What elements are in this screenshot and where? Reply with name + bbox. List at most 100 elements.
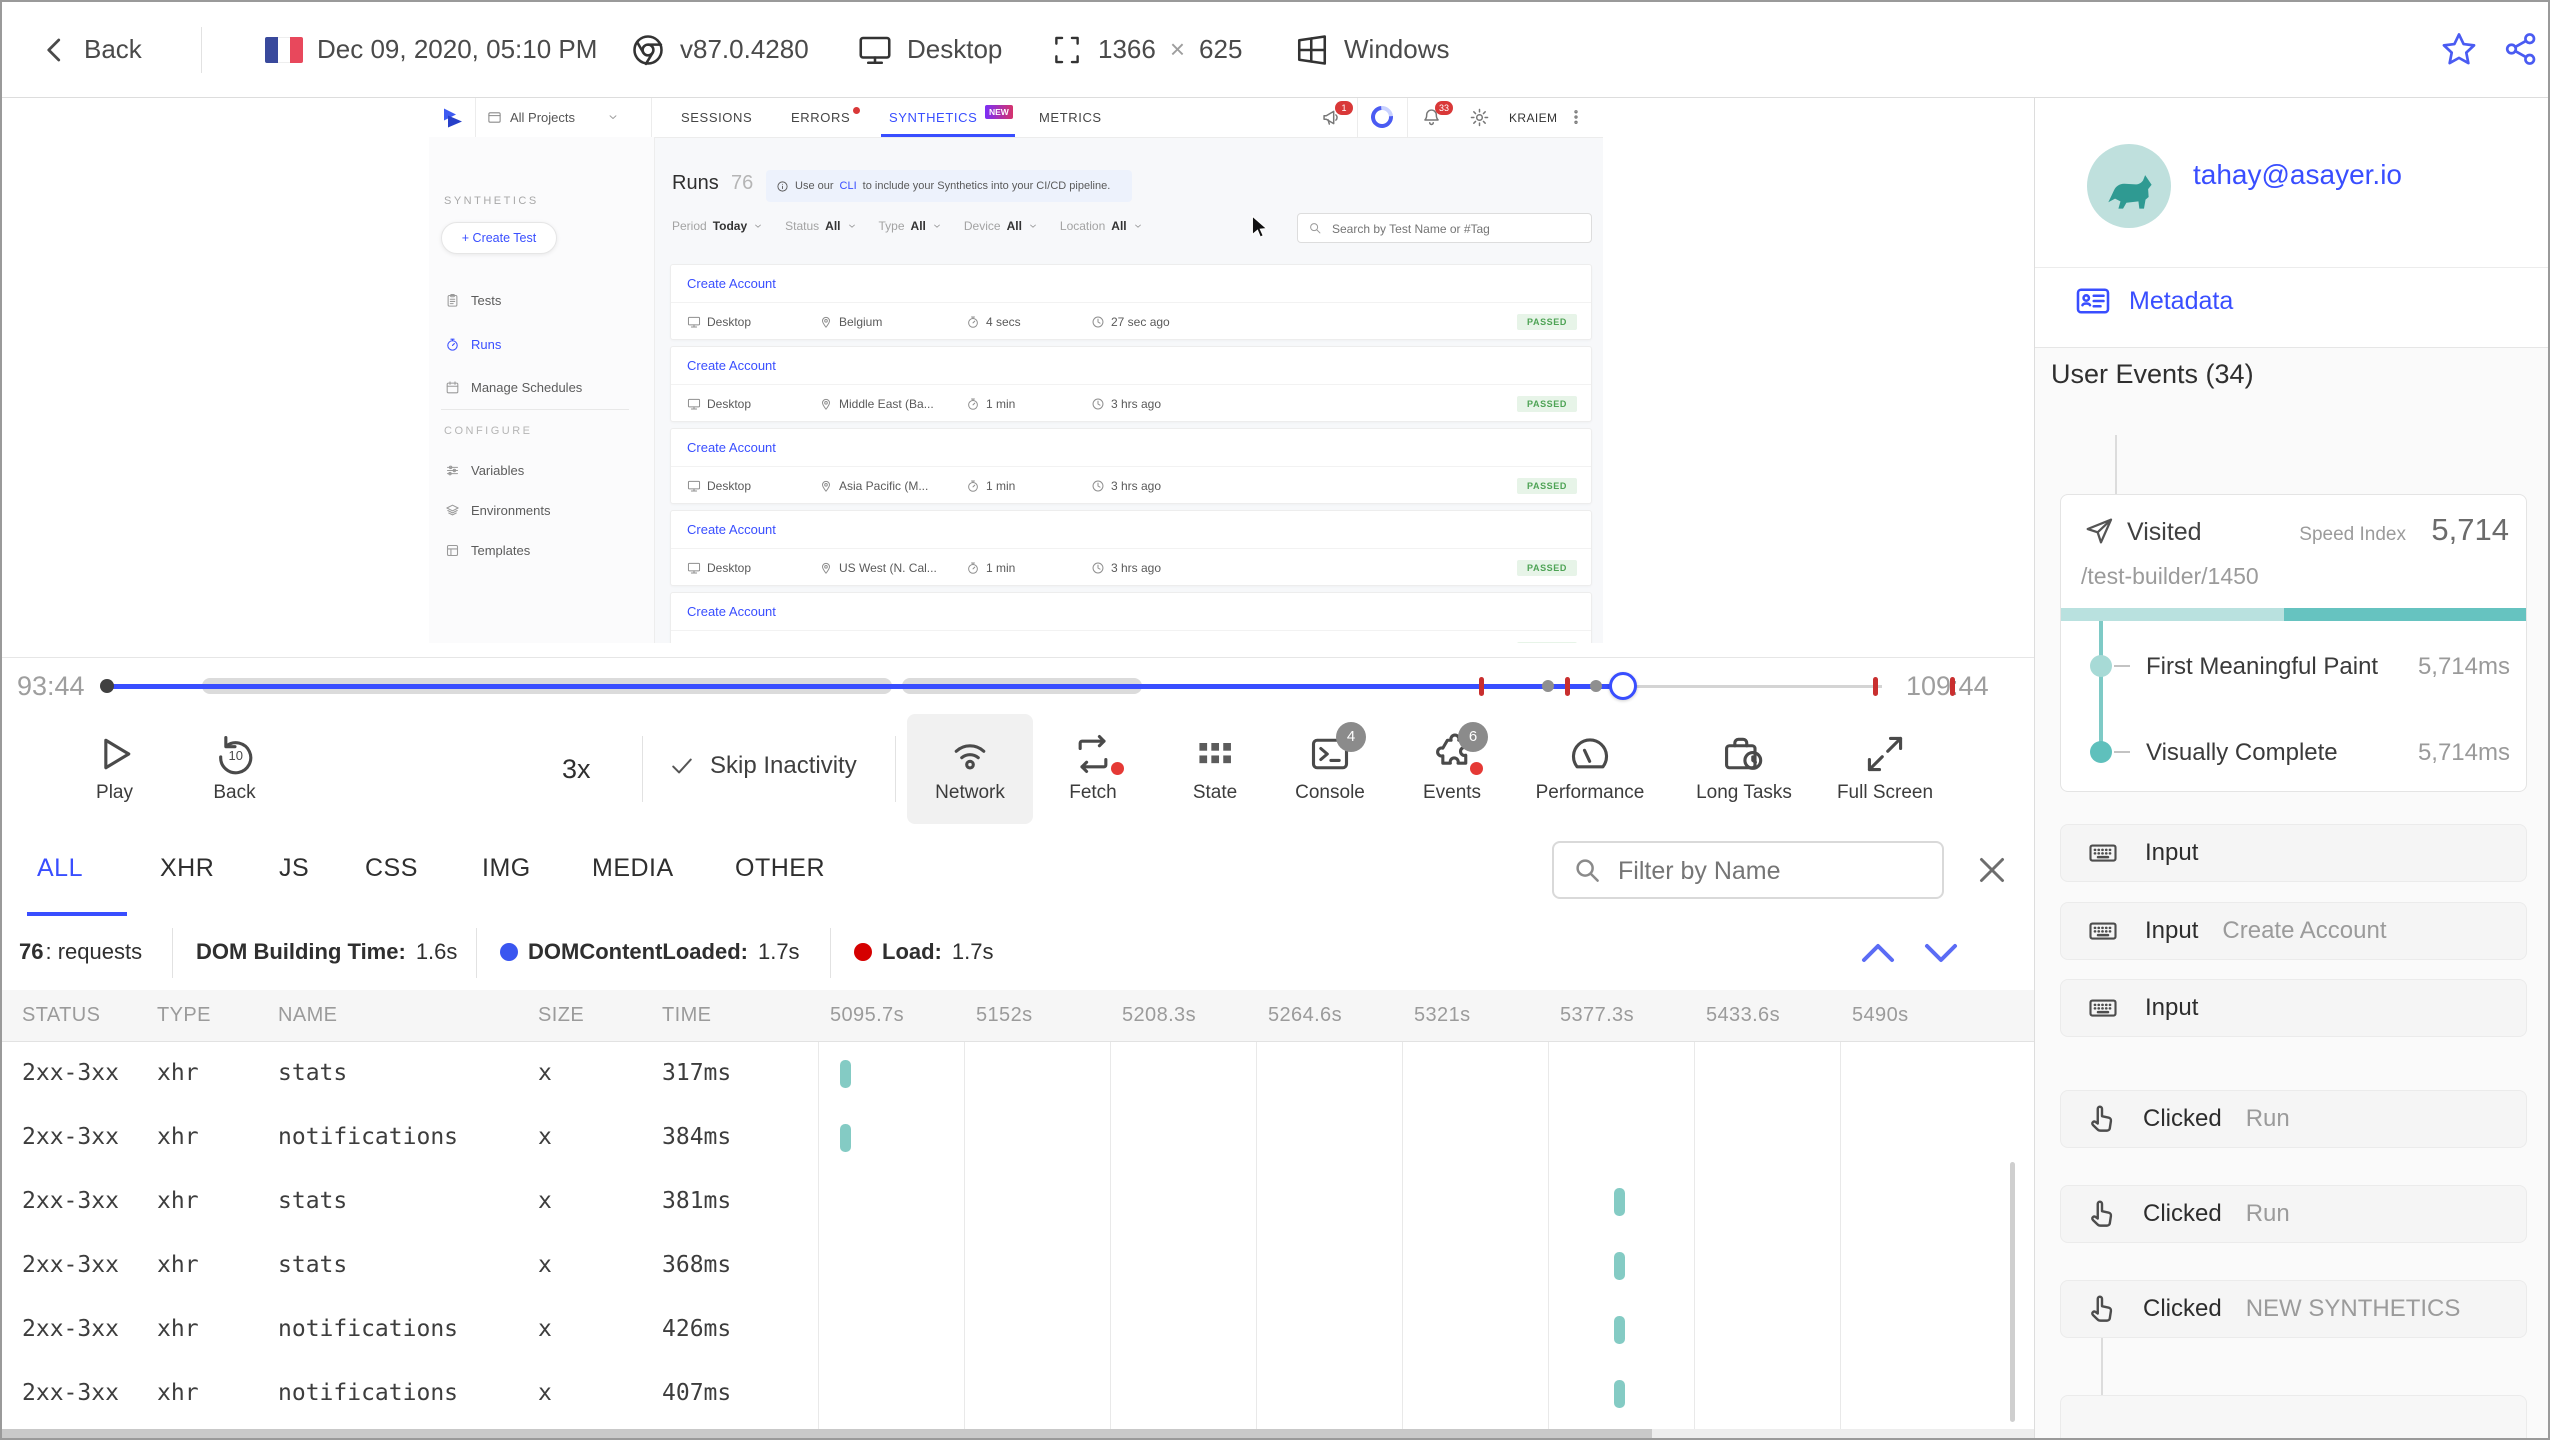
- run-card[interactable]: Create Account Desktop Belgium 4 secs 27…: [670, 264, 1592, 340]
- announcements-badge: 1: [1335, 101, 1353, 115]
- next-event-card-partial[interactable]: [2060, 1395, 2527, 1438]
- test-search-box[interactable]: [1297, 213, 1592, 243]
- filter-status[interactable]: Status All: [785, 219, 856, 233]
- player-controls: Play 10 Back 3x Skip Inactivity Network …: [2, 714, 2034, 825]
- tab-js[interactable]: JS: [279, 854, 309, 883]
- app-user-name[interactable]: KRAIEM: [1509, 111, 1557, 125]
- user-email[interactable]: tahay@asayer.io: [2193, 159, 2402, 191]
- clicked-event-card[interactable]: Clicked Run: [2060, 1090, 2527, 1148]
- browser-version: v87.0.4280: [630, 2, 809, 97]
- app-sidebar-item-schedules[interactable]: Manage Schedules: [445, 374, 582, 400]
- visited-event-card[interactable]: Visited Speed Index 5,714 /test-builder/…: [2060, 494, 2527, 792]
- request-timing-tick: [840, 1060, 851, 1088]
- performance-panel-button[interactable]: Performance: [1510, 714, 1670, 824]
- run-name-link[interactable]: Create Account: [671, 593, 1591, 631]
- events-panel-button[interactable]: 6 Events: [1392, 714, 1512, 824]
- scrollbar-thumb[interactable]: [2, 1429, 1652, 1438]
- run-card[interactable]: Create Account Desktop Middle East (Ba..…: [670, 346, 1592, 422]
- cli-link[interactable]: CLI: [840, 180, 857, 192]
- network-panel-button[interactable]: Network: [907, 714, 1033, 824]
- tab-other[interactable]: OTHER: [735, 854, 825, 883]
- clicked-event-card[interactable]: Clicked Run: [2060, 1185, 2527, 1243]
- table-row[interactable]: 2xx-3xx xhr notifications x 407ms: [2, 1362, 2034, 1426]
- create-test-button[interactable]: + Create Test: [441, 222, 557, 254]
- app-sidebar-item-runs[interactable]: Runs: [445, 331, 501, 357]
- settings-gear-icon[interactable]: [1469, 107, 1490, 128]
- full-screen-button[interactable]: Full Screen: [1815, 714, 1955, 824]
- play-button[interactable]: Play: [57, 714, 172, 824]
- kebab-menu-icon[interactable]: [1567, 108, 1585, 126]
- event-dot[interactable]: [1542, 680, 1554, 692]
- run-card[interactable]: Create Account Desktop US West (N. Cal..…: [670, 510, 1592, 586]
- run-card[interactable]: Create Account Desktop Asia Pacific (M..…: [670, 428, 1592, 504]
- run-name-link[interactable]: Create Account: [671, 429, 1591, 467]
- col-size[interactable]: SIZE: [538, 1004, 584, 1027]
- table-vertical-scrollbar[interactable]: [2010, 1162, 2015, 1422]
- col-type[interactable]: TYPE: [157, 1004, 211, 1027]
- input-event-card[interactable]: Input: [2060, 979, 2527, 1037]
- console-panel-button[interactable]: 4 Console: [1270, 714, 1390, 824]
- app-tab-synthetics[interactable]: SYNTHETICS: [889, 110, 977, 125]
- error-marker[interactable]: [1565, 677, 1570, 696]
- table-row[interactable]: 2xx-3xx xhr notifications x 426ms: [2, 1298, 2034, 1362]
- back-10s-button[interactable]: 10 Back: [177, 714, 292, 824]
- col-status[interactable]: STATUS: [22, 1004, 100, 1027]
- col-time[interactable]: TIME: [662, 1004, 711, 1027]
- table-row[interactable]: 2xx-3xx xhr notifications x 384ms: [2, 1106, 2034, 1170]
- notifications-badge: 33: [1435, 101, 1453, 115]
- filter-device[interactable]: Device All: [964, 219, 1038, 233]
- jump-previous-icon[interactable]: [1857, 932, 1899, 974]
- table-row[interactable]: 2xx-3xx xhr stats x 381ms: [2, 1170, 2034, 1234]
- playback-timeline[interactable]: 93:44 109:44: [2, 657, 2034, 715]
- error-marker[interactable]: [1873, 677, 1878, 696]
- app-sidebar-item-templates[interactable]: Templates: [445, 537, 530, 563]
- input-event-card[interactable]: Input Create Account: [2060, 902, 2527, 960]
- run-card[interactable]: Create Account Desktop PASSED: [670, 592, 1592, 643]
- project-selector[interactable]: All Projects: [487, 97, 619, 137]
- tab-media[interactable]: MEDIA: [592, 854, 674, 883]
- close-panel-icon[interactable]: [1974, 852, 2010, 888]
- back-button[interactable]: Back: [40, 2, 142, 97]
- filter-by-name-input[interactable]: [1616, 845, 1930, 897]
- app-logo-icon[interactable]: [441, 105, 465, 129]
- app-tab-metrics[interactable]: METRICS: [1039, 110, 1102, 125]
- network-filter-tabs: ALL XHR JS CSS IMG MEDIA OTHER: [2, 824, 2034, 917]
- playhead-handle[interactable]: [1609, 672, 1637, 700]
- error-marker[interactable]: [1950, 677, 1955, 696]
- app-tab-sessions[interactable]: SESSIONS: [681, 110, 752, 125]
- col-name[interactable]: NAME: [278, 1004, 337, 1027]
- error-marker[interactable]: [1479, 677, 1484, 696]
- tab-img[interactable]: IMG: [482, 854, 531, 883]
- app-tab-errors[interactable]: ERRORS: [791, 110, 850, 125]
- share-icon[interactable]: [2502, 30, 2540, 68]
- jump-next-icon[interactable]: [1920, 932, 1962, 974]
- filter-location[interactable]: Location All: [1060, 219, 1143, 233]
- table-row[interactable]: 2xx-3xx xhr stats x 317ms: [2, 1042, 2034, 1106]
- speed-toggle[interactable]: 3x: [562, 754, 591, 785]
- fetch-panel-button[interactable]: Fetch: [1033, 714, 1153, 824]
- favorite-star-icon[interactable]: [2440, 30, 2478, 68]
- filter-period[interactable]: Period Today: [672, 219, 763, 233]
- app-sidebar-item-environments[interactable]: Environments: [445, 497, 550, 523]
- tab-css[interactable]: CSS: [365, 854, 418, 883]
- skip-inactivity-toggle[interactable]: Skip Inactivity: [668, 752, 857, 780]
- event-dot[interactable]: [1590, 680, 1602, 692]
- run-status-badge: PASSED: [1517, 478, 1577, 494]
- app-sidebar-item-tests[interactable]: Tests: [445, 287, 501, 313]
- metadata-button[interactable]: Metadata: [2075, 283, 2233, 319]
- table-horizontal-scrollbar[interactable]: [2, 1429, 2034, 1438]
- run-name-link[interactable]: Create Account: [671, 347, 1591, 385]
- state-panel-button[interactable]: State: [1155, 714, 1275, 824]
- clicked-event-card[interactable]: Clicked NEW SYNTHETICS: [2060, 1280, 2527, 1338]
- filter-type[interactable]: Type All: [879, 219, 942, 233]
- table-row[interactable]: 2xx-3xx xhr stats x 368ms: [2, 1234, 2034, 1298]
- tab-xhr[interactable]: XHR: [160, 854, 214, 883]
- long-tasks-panel-button[interactable]: Long Tasks: [1669, 714, 1819, 824]
- run-name-link[interactable]: Create Account: [671, 511, 1591, 549]
- test-search-input[interactable]: [1330, 215, 1584, 243]
- input-event-card[interactable]: Input: [2060, 824, 2527, 882]
- app-sidebar-item-variables[interactable]: Variables: [445, 457, 524, 483]
- tab-all[interactable]: ALL: [37, 854, 83, 883]
- run-name-link[interactable]: Create Account: [671, 265, 1591, 303]
- filter-box[interactable]: [1552, 841, 1944, 899]
